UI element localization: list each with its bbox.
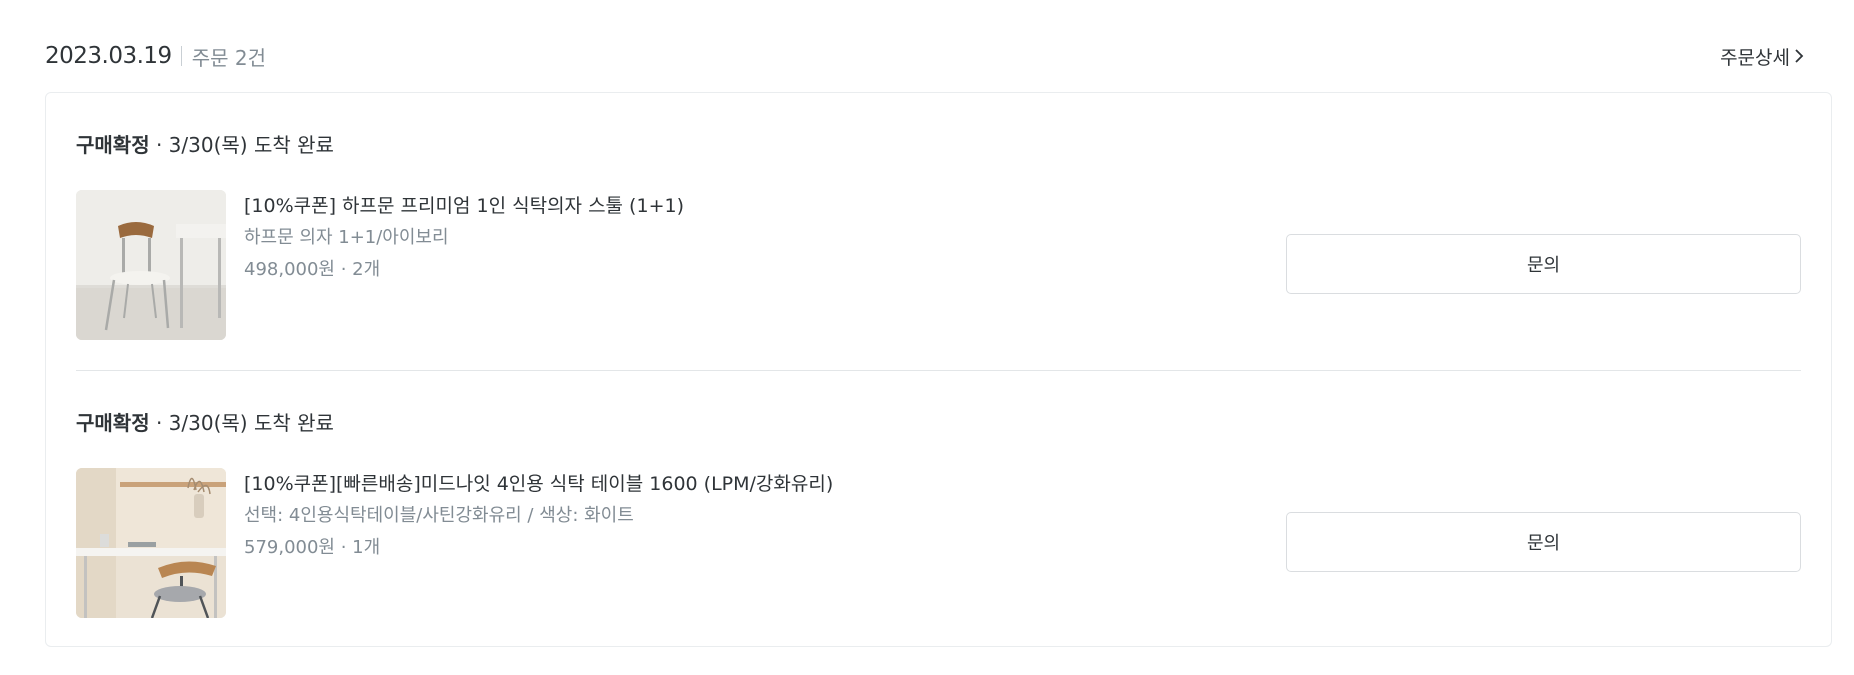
inquiry-button[interactable]: 문의 [1286,234,1801,294]
purchase-status: 구매확정 [76,133,150,157]
purchase-status: 구매확정 [76,411,150,435]
product-option: 선택: 4인용식탁테이블/사틴강화유리 / 색상: 화이트 [244,505,634,526]
order-card: 구매확정 · 3/30(목) 도착 완료 [10%쿠폰] 하프문 프리미엄 1인… [45,92,1832,647]
order-item: 구매확정 · 3/30(목) 도착 완료 [10% [76,93,1801,370]
product-price-quantity: 579,000원 · 1개 [244,537,381,558]
chevron-right-icon [1795,49,1804,63]
product-name[interactable]: [10%쿠폰] 하프문 프리미엄 1인 식탁의자 스툴 (1+1) [244,191,684,221]
meta-divider [180,46,182,66]
product-info: [10%쿠폰][빠른배송]미드나잇 4인용 식탁 테이블 1600 (LPM/강… [244,469,833,563]
product-option: 하프문 의자 1+1/아이보리 [244,227,449,248]
order-count: 주문 2건 [191,45,266,70]
delivery-status: 구매확정 · 3/30(목) 도착 완료 [76,407,334,436]
order-detail-label: 주문상세 [1720,46,1790,69]
order-detail-link[interactable]: 주문상세 [1720,43,1804,70]
order-date: 2023.03.19 [45,43,172,69]
product-thumbnail[interactable] [76,190,226,340]
table-product-photo [76,468,226,618]
arrival-info: · 3/30(목) 도착 완료 [149,411,334,435]
order-header: 2023.03.19 주문 2건 주문상세 [45,36,1804,76]
delivery-status: 구매확정 · 3/30(목) 도착 완료 [76,129,334,158]
arrival-info: · 3/30(목) 도착 완료 [149,133,334,157]
chair-product-photo [76,190,226,340]
inquiry-button[interactable]: 문의 [1286,512,1801,572]
order-item: 구매확정 · 3/30(목) 도착 완료 [10% [76,371,1801,648]
product-info: [10%쿠폰] 하프문 프리미엄 1인 식탁의자 스툴 (1+1) 하프문 의자… [244,191,684,285]
product-price-quantity: 498,000원 · 2개 [244,259,381,280]
product-thumbnail[interactable] [76,468,226,618]
product-name[interactable]: [10%쿠폰][빠른배송]미드나잇 4인용 식탁 테이블 1600 (LPM/강… [244,469,833,499]
order-meta: 2023.03.19 주문 2건 [45,42,266,71]
